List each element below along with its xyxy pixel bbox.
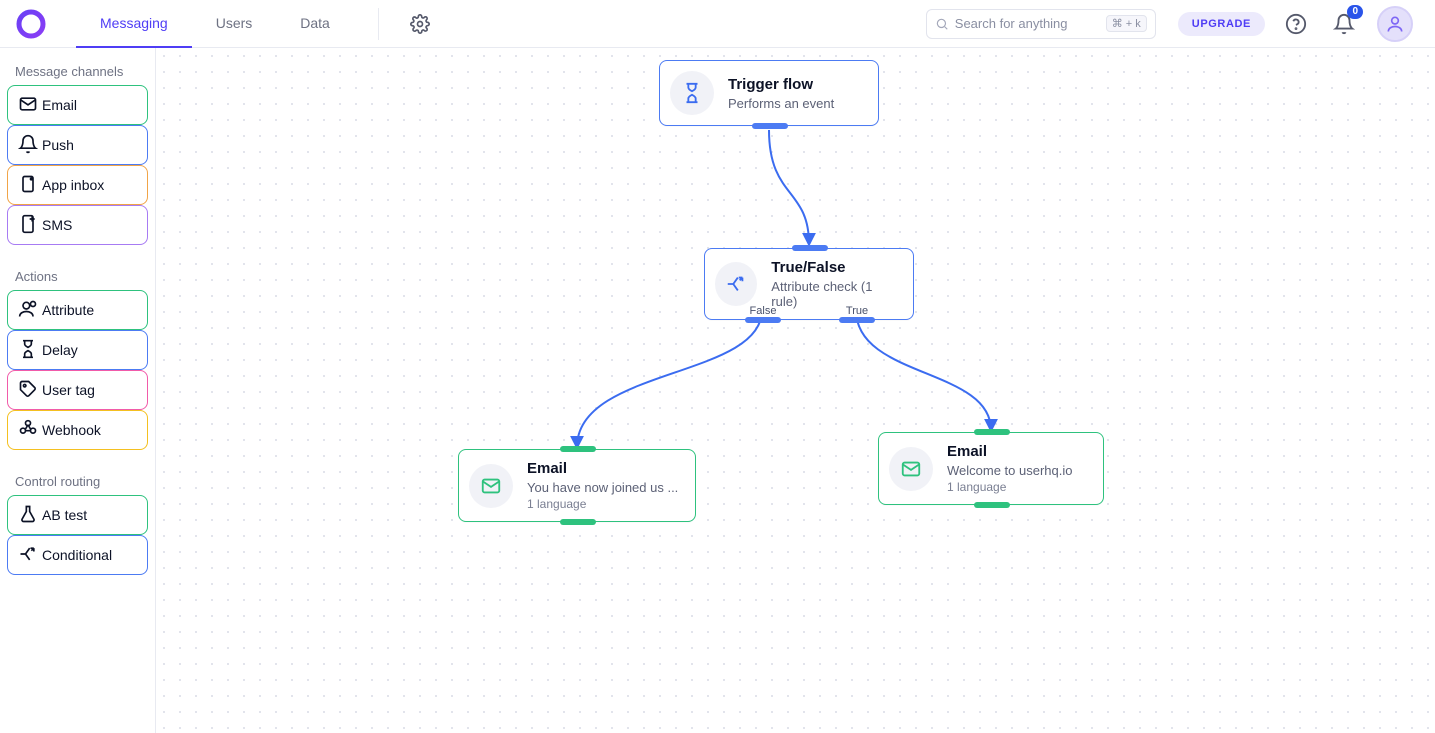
user-icon (18, 299, 38, 322)
global-search[interactable]: Search for anything ⌘ + k (926, 9, 1156, 39)
palette-item-label: Attribute (42, 302, 94, 318)
palette-push[interactable]: Push (7, 125, 148, 165)
sidebar-group-title: Control routing (15, 474, 148, 489)
hook-icon (18, 419, 38, 442)
top-nav: Messaging Users Data Search for anything… (0, 0, 1435, 48)
branch-icon (18, 544, 38, 567)
palette-sidebar: Message channels Email Push App inbox SMS Act… (0, 48, 156, 733)
node-subtitle: Performs an event (728, 96, 834, 111)
palette-webhook[interactable]: Webhook (7, 410, 148, 450)
branch-icon (715, 262, 757, 306)
notification-count: 0 (1347, 5, 1363, 19)
palette-app-inbox[interactable]: App inbox (7, 165, 148, 205)
divider (378, 8, 379, 40)
palette-item-label: AB test (42, 507, 87, 523)
output-port[interactable] (560, 519, 596, 525)
palette-item-label: User tag (42, 382, 95, 398)
mail-icon (18, 94, 38, 117)
palette-ab-test[interactable]: AB test (7, 495, 148, 535)
palette-item-label: SMS (42, 217, 72, 233)
user-avatar[interactable] (1377, 6, 1413, 42)
node-title: Email (527, 460, 678, 478)
input-port[interactable] (974, 429, 1010, 435)
node-subtitle: You have now joined us ... (527, 480, 678, 495)
brand-logo[interactable] (16, 9, 46, 39)
tag-icon (18, 379, 38, 402)
output-port-false[interactable] (745, 317, 781, 323)
tab-users[interactable]: Users (192, 0, 277, 48)
output-port[interactable] (752, 123, 788, 129)
search-kbd: ⌘ + k (1106, 15, 1147, 32)
palette-conditional[interactable]: Conditional (7, 535, 148, 575)
tab-messaging[interactable]: Messaging (76, 0, 192, 48)
palette-sms[interactable]: SMS (7, 205, 148, 245)
port-label-true: True (837, 305, 877, 317)
node-subtitle: Welcome to userhq.io (947, 463, 1073, 478)
sidebar-group-title: Actions (15, 269, 148, 284)
node-trigger[interactable]: Trigger flow Performs an event (659, 60, 879, 126)
input-port[interactable] (560, 446, 596, 452)
palette-user-tag[interactable]: User tag (7, 370, 148, 410)
output-port-true[interactable] (839, 317, 875, 323)
search-placeholder: Search for anything (955, 16, 1100, 31)
tab-data[interactable]: Data (276, 0, 354, 48)
node-subtitle: Attribute check (1 rule) (771, 279, 897, 309)
main-area: Message channels Email Push App inbox SMS Act… (0, 48, 1435, 733)
flow-edges (156, 48, 1435, 733)
input-port[interactable] (792, 245, 828, 251)
upgrade-button[interactable]: UPGRADE (1178, 12, 1265, 36)
node-email-false[interactable]: Email You have now joined us ... 1 langu… (458, 449, 696, 522)
notifications-icon[interactable]: 0 (1327, 7, 1361, 41)
palette-item-label: App inbox (42, 177, 104, 193)
palette-email[interactable]: Email (7, 85, 148, 125)
node-title: Trigger flow (728, 76, 834, 94)
palette-delay[interactable]: Delay (7, 330, 148, 370)
hourglass-icon (670, 71, 714, 115)
search-icon (935, 17, 949, 31)
main-tabs: Messaging Users Data (76, 0, 354, 48)
sidebar-group-title: Message channels (15, 64, 148, 79)
port-label-false: False (743, 305, 783, 317)
node-meta: 1 language (527, 497, 678, 511)
mail-icon (889, 447, 933, 491)
bell-icon (18, 134, 38, 157)
palette-item-label: Push (42, 137, 74, 153)
node-title: True/False (771, 259, 897, 277)
hourglass-icon (18, 339, 38, 362)
flow-canvas[interactable]: Trigger flow Performs an event True/Fals… (156, 48, 1435, 733)
node-meta: 1 language (947, 480, 1073, 494)
node-conditional[interactable]: True/False Attribute check (1 rule) Fals… (704, 248, 914, 320)
inbox-icon (18, 174, 38, 197)
help-icon[interactable] (1279, 7, 1313, 41)
node-email-true[interactable]: Email Welcome to userhq.io 1 language (878, 432, 1104, 505)
palette-item-label: Delay (42, 342, 78, 358)
node-title: Email (947, 443, 1073, 461)
sms-icon (18, 214, 38, 237)
settings-icon[interactable] (403, 7, 437, 41)
flask-icon (18, 504, 38, 527)
palette-item-label: Email (42, 97, 77, 113)
palette-item-label: Webhook (42, 422, 101, 438)
mail-icon (469, 464, 513, 508)
output-port[interactable] (974, 502, 1010, 508)
palette-item-label: Conditional (42, 547, 112, 563)
palette-attribute[interactable]: Attribute (7, 290, 148, 330)
